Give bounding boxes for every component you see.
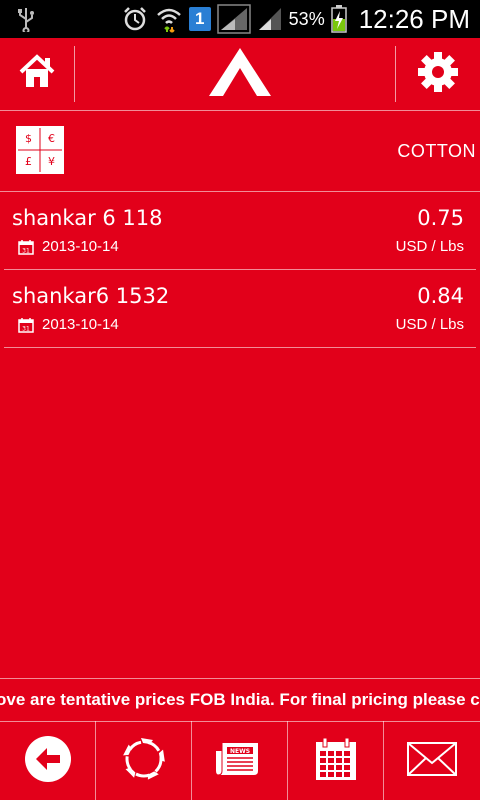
product-price: 0.84 <box>417 284 464 308</box>
commodity-label: COTTON <box>397 141 476 161</box>
currency-dollar: $ <box>18 128 39 149</box>
signal-icon-2 <box>257 6 283 32</box>
date-group: 31 2013-10-14 <box>18 316 119 333</box>
header-divider <box>74 46 75 102</box>
currency-selector-button[interactable]: $ € £ ¥ <box>16 126 64 174</box>
commodity-bar: $ € £ ¥ COTTON <box>0 111 480 192</box>
battery-percentage: 53% <box>288 8 325 29</box>
price-list: shankar 6 118 0.75 31 2013-10-14 USD / L… <box>0 192 480 348</box>
status-time: 12:26 PM <box>358 3 470 34</box>
currency-yen: ¥ <box>41 151 62 172</box>
app-header <box>0 38 480 111</box>
calendar-icon <box>313 736 359 786</box>
price-unit: USD / Lbs <box>395 316 464 333</box>
news-icon: NEWS <box>214 739 266 783</box>
bottom-nav: NEWS <box>0 721 480 800</box>
signal-icon <box>216 4 251 34</box>
currency-pound: £ <box>18 151 39 172</box>
home-icon <box>18 54 56 94</box>
tent-logo <box>207 46 273 102</box>
calendar-day: 31 <box>22 247 30 254</box>
disclaimer-ticker: ove are tentative prices FOB India. For … <box>0 678 480 722</box>
refresh-button[interactable] <box>96 721 192 800</box>
price-date: 2013-10-14 <box>42 238 119 255</box>
mail-icon <box>406 741 458 781</box>
usb-icon <box>16 6 36 32</box>
back-button[interactable] <box>0 721 96 800</box>
calendar-day: 31 <box>22 325 30 332</box>
calendar-small-icon: 31 <box>18 239 34 255</box>
refresh-icon <box>121 736 167 786</box>
date-group: 31 2013-10-14 <box>18 238 119 255</box>
product-price: 0.75 <box>417 206 464 230</box>
status-bar: 1 53% 12:26 PM <box>0 0 480 38</box>
back-arrow-icon <box>23 734 73 788</box>
mail-button[interactable] <box>384 721 480 800</box>
price-row[interactable]: shankar6 1532 0.84 31 2013-10-14 USD / L… <box>4 270 476 348</box>
ticker-text: ove are tentative prices FOB India. For … <box>0 690 480 709</box>
price-date: 2013-10-14 <box>42 316 119 333</box>
wifi-icon <box>155 5 183 33</box>
settings-button[interactable] <box>396 38 480 110</box>
alarm-icon <box>121 5 149 33</box>
price-unit: USD / Lbs <box>395 238 464 255</box>
svg-text:NEWS: NEWS <box>229 748 249 755</box>
app-logo <box>190 38 290 110</box>
battery-charging-icon <box>330 5 347 33</box>
sim-1-icon: 1 <box>188 7 211 31</box>
gear-icon <box>417 51 459 97</box>
product-name: shankar6 1532 <box>12 284 170 308</box>
home-button[interactable] <box>0 38 74 110</box>
price-row[interactable]: shankar 6 118 0.75 31 2013-10-14 USD / L… <box>4 192 476 270</box>
news-button[interactable]: NEWS <box>192 721 288 800</box>
calendar-button[interactable] <box>288 721 384 800</box>
currency-euro: € <box>41 128 62 149</box>
product-name: shankar 6 118 <box>12 206 163 230</box>
calendar-small-icon: 31 <box>18 317 34 333</box>
